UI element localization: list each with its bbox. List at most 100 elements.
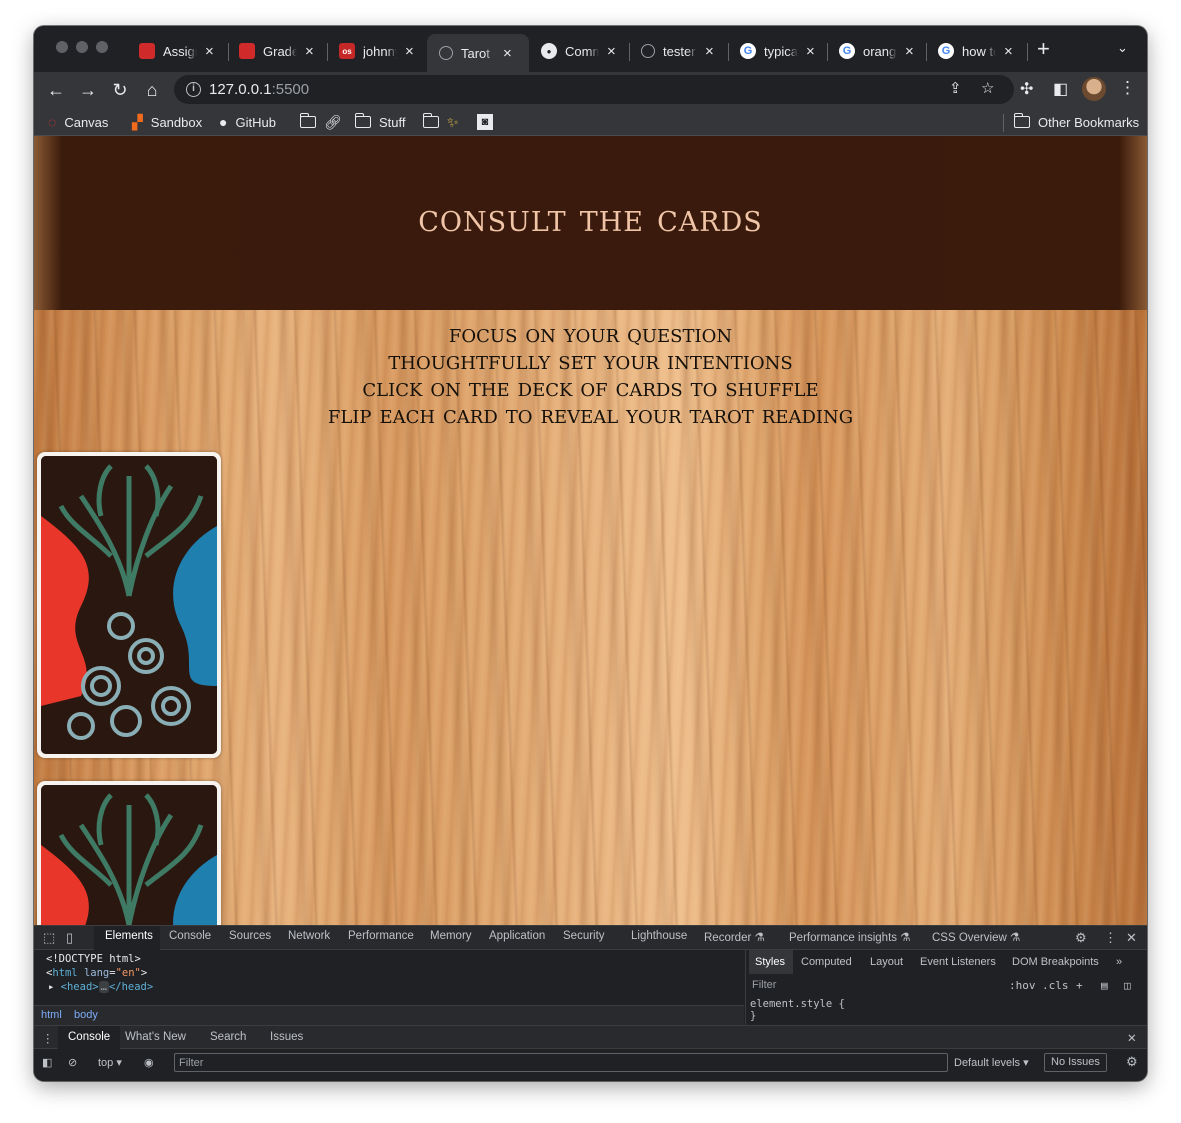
inspect-icon[interactable]: ⬚ xyxy=(43,930,55,946)
gear-icon[interactable]: ⚙ xyxy=(1126,1054,1138,1070)
close-icon[interactable]: × xyxy=(205,44,214,59)
reload-icon[interactable]: ↻ xyxy=(108,78,132,102)
close-icon[interactable]: ✕ xyxy=(1127,1031,1137,1045)
minimize-window-button[interactable] xyxy=(76,41,88,53)
close-icon[interactable]: × xyxy=(1004,44,1013,59)
close-icon[interactable]: × xyxy=(705,44,714,59)
side-panel-icon[interactable]: ◧ xyxy=(1053,79,1068,99)
tag-name: head xyxy=(66,981,93,993)
drawer-tab-whats-new[interactable]: What's New xyxy=(125,1031,186,1043)
google-icon: G xyxy=(839,43,855,59)
close-icon[interactable]: ✕ xyxy=(1126,930,1137,946)
gear-icon[interactable]: ⚙ xyxy=(1075,930,1087,946)
star-icon[interactable]: ☆ xyxy=(981,79,994,97)
more-options-icon[interactable]: ⋮ xyxy=(1104,930,1117,946)
tab-commits[interactable]: ● Commits × xyxy=(529,36,629,66)
extensions-icon[interactable]: ✣ xyxy=(1020,79,1033,99)
crumb-html[interactable]: html xyxy=(41,1009,62,1021)
forward-arrow-icon[interactable]: → xyxy=(76,78,100,102)
class-toggle[interactable]: .cls xyxy=(1042,979,1069,992)
eye-icon[interactable]: ◉ xyxy=(144,1056,154,1069)
tab-orange[interactable]: G orange × xyxy=(827,36,927,66)
tab-layout[interactable]: Layout xyxy=(870,956,903,968)
chevron-down-icon[interactable]: ⌄ xyxy=(1117,40,1128,56)
tab-recorder[interactable]: Recorder ⚗︎ xyxy=(704,930,765,944)
doctype-line[interactable]: <!DOCTYPE html> xyxy=(46,953,141,965)
html-line[interactable]: <html lang="en"> xyxy=(46,967,147,979)
info-icon[interactable]: i xyxy=(186,82,201,97)
tab-sources[interactable]: Sources xyxy=(229,930,271,942)
zoom-window-button[interactable] xyxy=(96,41,108,53)
drawer-tab-console[interactable]: Console xyxy=(68,1031,110,1043)
more-menu-icon[interactable]: ⋮ xyxy=(1119,78,1136,98)
red-square-icon xyxy=(239,43,255,59)
close-window-button[interactable] xyxy=(56,41,68,53)
drawer-tab-issues[interactable]: Issues xyxy=(270,1031,303,1043)
tarot-card-back[interactable] xyxy=(37,452,221,758)
tab-grades[interactable]: Grades × xyxy=(227,36,327,66)
share-icon[interactable]: ⇪ xyxy=(949,79,962,97)
paint-icon[interactable]: ▤ xyxy=(1101,979,1108,992)
home-icon[interactable]: ⌂ xyxy=(140,78,164,102)
drawer-tab-search[interactable]: Search xyxy=(210,1031,246,1043)
new-tab-button[interactable]: + xyxy=(1037,38,1050,60)
tab-performance[interactable]: Performance xyxy=(348,930,414,942)
close-icon[interactable]: × xyxy=(607,44,616,59)
bookmark-sandbox[interactable]: ▞ Sandbox xyxy=(132,112,202,132)
bookmark-github[interactable]: ● GitHub xyxy=(219,112,276,132)
sidebar-toggle-icon[interactable]: ◫ xyxy=(1124,979,1131,992)
avatar[interactable] xyxy=(1082,77,1106,101)
tab-elements[interactable]: Elements xyxy=(105,930,153,942)
bookmark-folder-stuff[interactable]: Stuff xyxy=(354,112,406,132)
console-filter-input[interactable]: Filter xyxy=(174,1053,948,1072)
tarot-card-back[interactable] xyxy=(37,781,221,925)
bookmark-canvas[interactable]: ◌ Canvas xyxy=(48,112,108,132)
crumb-body[interactable]: body xyxy=(74,1009,98,1021)
drawer-menu-icon[interactable]: ⋮ xyxy=(42,1031,54,1045)
tab-tarot[interactable]: Tarot Cards × xyxy=(427,34,529,72)
tab-memory[interactable]: Memory xyxy=(430,930,472,942)
element-style-rule[interactable]: element.style {} xyxy=(750,998,845,1022)
device-toggle-icon[interactable]: ▯ xyxy=(66,930,73,946)
tab-dom-breakpoints[interactable]: DOM Breakpoints xyxy=(1012,956,1099,968)
head-line[interactable]: ▸ <head>… </head> xyxy=(48,981,153,993)
tab-css-overview[interactable]: CSS Overview ⚗︎ xyxy=(932,930,1020,944)
tab-tester[interactable]: tester × xyxy=(629,36,729,66)
tab-styles[interactable]: Styles xyxy=(755,956,785,968)
close-icon[interactable]: × xyxy=(305,44,314,59)
address-bar[interactable]: i 127.0.0.1:5500 ⇪ ☆ xyxy=(174,75,1014,104)
bookmark-folder-sparkle[interactable]: ✨︎ xyxy=(422,112,467,132)
bookmark-image[interactable]: ◙ xyxy=(477,112,501,132)
tab-network[interactable]: Network xyxy=(288,930,330,942)
tab-lighthouse[interactable]: Lighthouse xyxy=(631,930,687,942)
tab-console[interactable]: Console xyxy=(169,930,211,942)
sidebar-toggle-icon[interactable]: ◧ xyxy=(42,1056,52,1069)
bookmark-folder-links[interactable]: 🔗︎ xyxy=(299,112,350,132)
tab-performance-insights[interactable]: Performance insights ⚗︎ xyxy=(789,930,911,944)
tab-assignments[interactable]: Assignments × xyxy=(127,36,227,66)
chevron-right-icon[interactable]: » xyxy=(1116,956,1122,968)
tab-security[interactable]: Security xyxy=(563,930,605,942)
url-text[interactable]: 127.0.0.1:5500 xyxy=(209,81,309,98)
tab-how-to[interactable]: G how to × xyxy=(926,36,1026,66)
tab-johnny[interactable]: os johnny × xyxy=(327,36,427,66)
globe-icon xyxy=(439,46,453,60)
issues-counter[interactable]: No Issues xyxy=(1044,1053,1107,1072)
close-icon[interactable]: × xyxy=(405,44,414,59)
tab-application[interactable]: Application xyxy=(489,930,545,942)
log-levels-dropdown[interactable]: Default levels ▾ xyxy=(954,1056,1029,1069)
clear-console-icon[interactable]: ⊘ xyxy=(68,1056,77,1069)
back-arrow-icon[interactable]: ← xyxy=(44,78,68,102)
tab-computed[interactable]: Computed xyxy=(801,956,852,968)
bookmark-other[interactable]: Other Bookmarks xyxy=(1013,112,1139,132)
tab-event-listeners[interactable]: Event Listeners xyxy=(920,956,996,968)
hover-state-toggle[interactable]: :hov xyxy=(1009,979,1036,992)
plus-icon[interactable]: + xyxy=(1076,979,1083,992)
context-selector[interactable]: top ▾ xyxy=(98,1056,122,1069)
rule-close: } xyxy=(750,1010,757,1022)
tab-typical[interactable]: G typical × xyxy=(728,36,828,66)
close-icon[interactable]: × xyxy=(905,44,914,59)
close-icon[interactable]: × xyxy=(806,44,815,59)
styles-filter-input[interactable]: Filter xyxy=(752,979,776,991)
close-icon[interactable]: × xyxy=(503,46,512,61)
